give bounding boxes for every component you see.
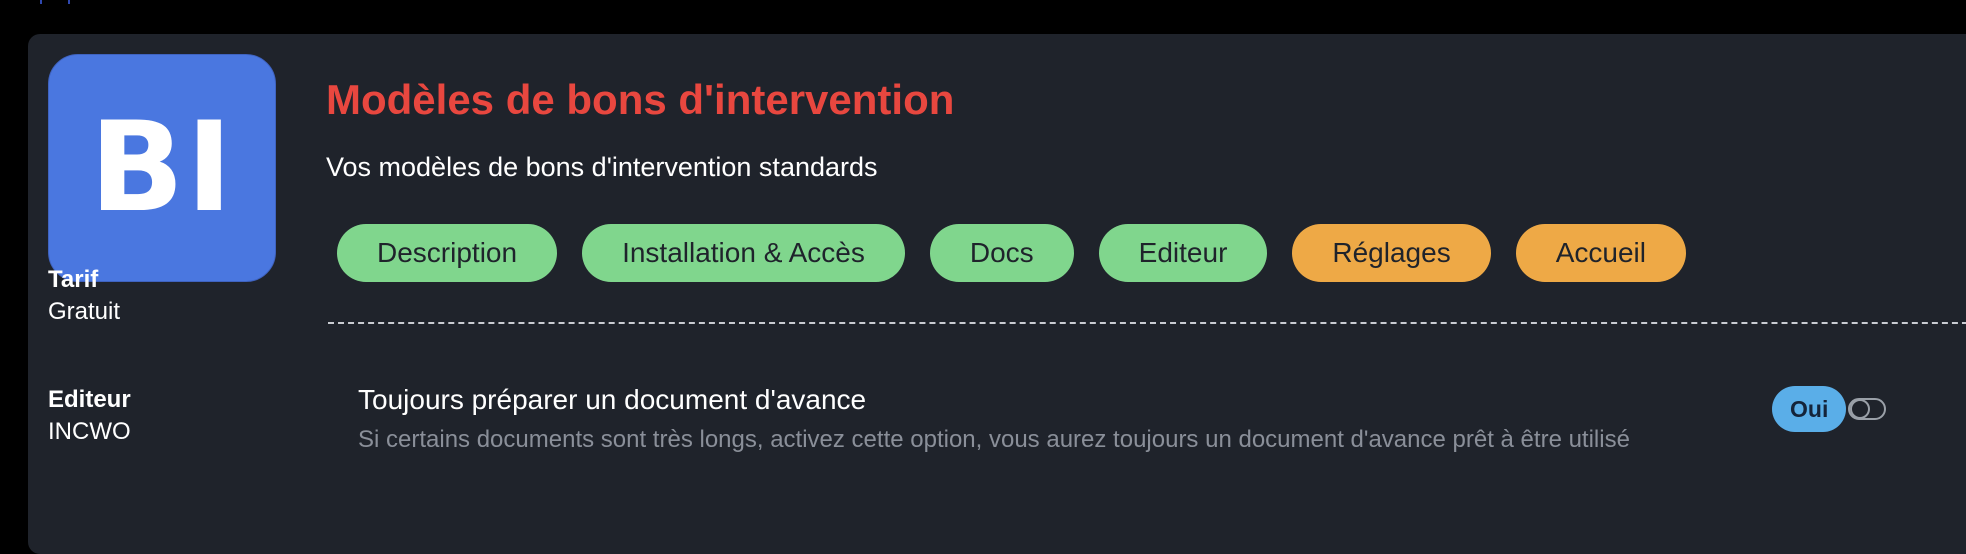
tarif-value: Gratuit [48, 298, 121, 325]
tab-reglages[interactable]: Réglages [1292, 224, 1491, 282]
tab-editeur[interactable]: Editeur [1098, 224, 1268, 282]
tab-description[interactable]: Description [337, 224, 558, 282]
tab-accueil[interactable]: Accueil [1515, 224, 1686, 282]
tab-installation-acces[interactable]: Installation & Accès [582, 224, 905, 282]
setting-toggle[interactable]: Oui [1772, 386, 1887, 432]
toggle-switch[interactable] [1848, 398, 1887, 420]
tab-docs[interactable]: Docs [929, 224, 1074, 282]
page-title: Modèles de bons d'intervention [326, 76, 955, 123]
section-divider [328, 322, 1966, 324]
editeur-value: INCWO [48, 418, 131, 445]
app-logo: BI [48, 54, 276, 282]
setting-title: Toujours préparer un document d'avance [358, 384, 867, 415]
page-subtitle: Vos modèles de bons d'intervention stand… [326, 152, 878, 182]
toggle-knob-icon [1850, 399, 1871, 419]
setting-description: Si certains documents sont très longs, a… [358, 426, 1630, 453]
top-edge-fragment [40, 0, 70, 4]
toggle-state-badge[interactable]: Oui [1772, 386, 1847, 432]
app-detail-panel: BI Tarif Gratuit Editeur INCWO Modèles d… [28, 34, 1966, 554]
app-logo-text: BI [89, 96, 235, 240]
tab-bar: Description Installation & Accès Docs Ed… [337, 224, 1686, 282]
tarif-label: Tarif [48, 266, 99, 293]
editeur-label: Editeur [48, 386, 131, 413]
